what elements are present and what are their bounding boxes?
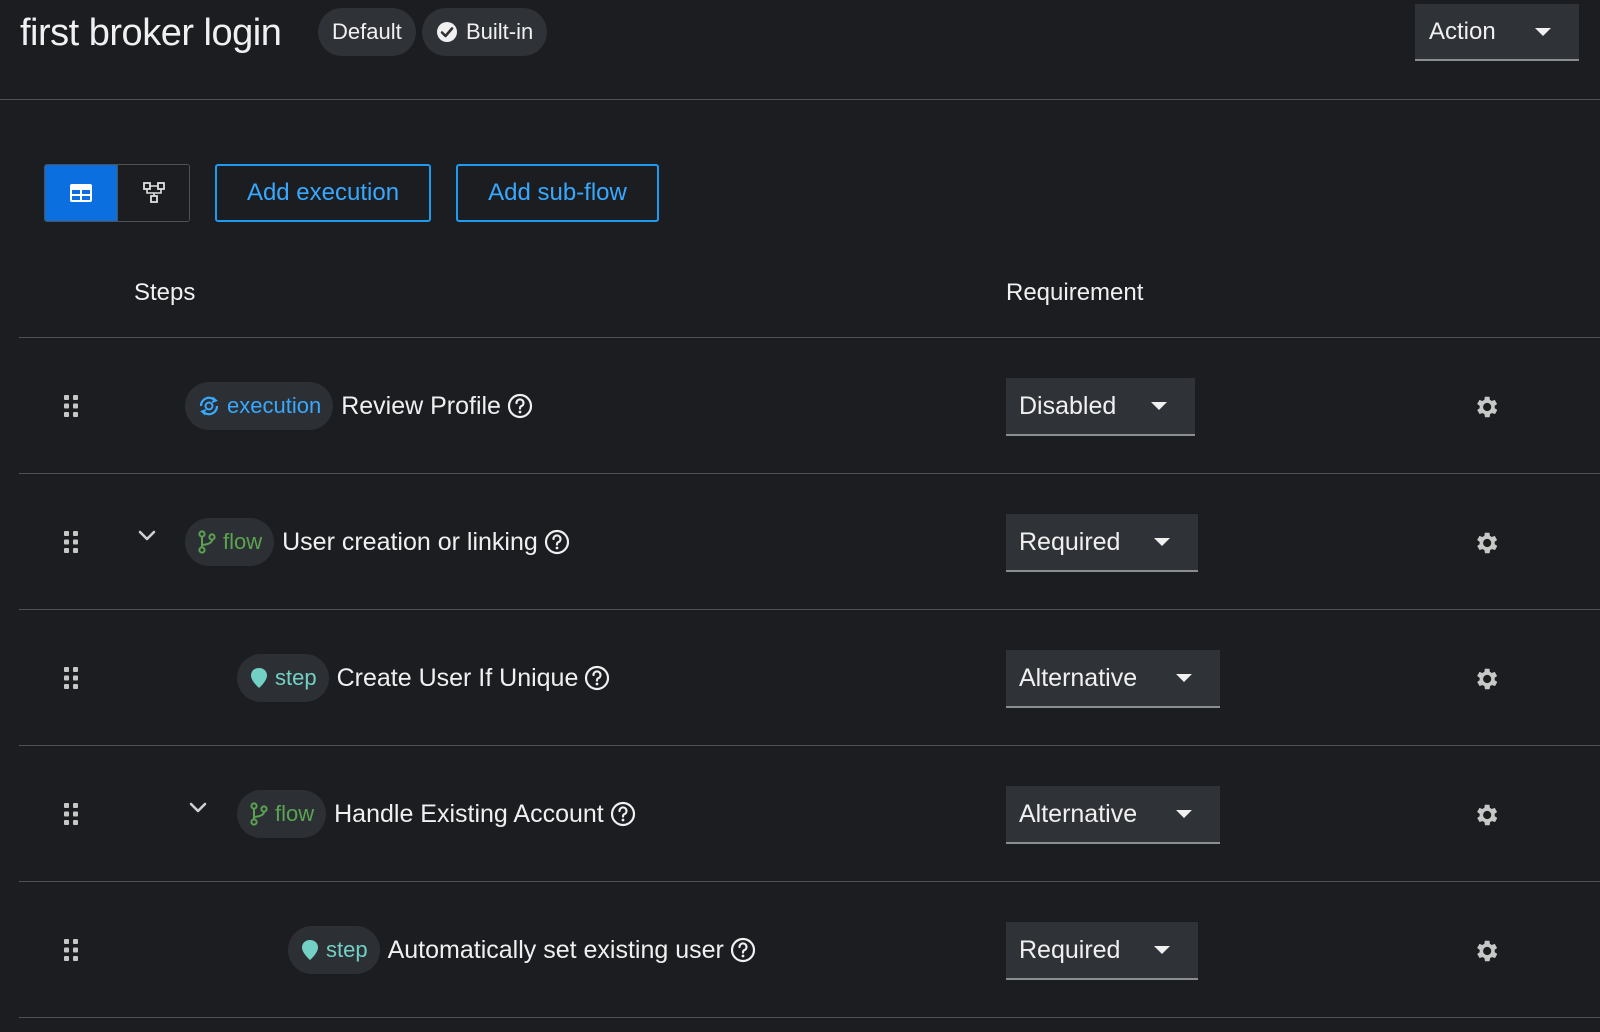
map-marker-icon <box>302 940 318 960</box>
requirement-value: Required <box>1019 935 1121 964</box>
grip-vertical-icon[interactable] <box>63 938 79 962</box>
column-header-requirement: Requirement <box>1006 279 1144 306</box>
diagram-view-button[interactable] <box>117 165 189 221</box>
action-dropdown-label: Action <box>1429 17 1496 45</box>
execution-cog-icon <box>199 396 219 416</box>
table-row: flow Handle Existing Account Alternative <box>19 746 1600 882</box>
step-badge: step <box>288 926 380 974</box>
grip-vertical-icon[interactable] <box>63 530 79 554</box>
requirement-select[interactable]: Disabled <box>1006 378 1195 436</box>
help-icon[interactable] <box>507 393 533 419</box>
badge-label: flow <box>275 801 315 826</box>
step-badge: step <box>237 654 329 702</box>
action-dropdown[interactable]: Action <box>1415 4 1579 61</box>
grip-vertical-icon[interactable] <box>63 802 79 826</box>
help-icon[interactable] <box>730 937 756 963</box>
table-row: execution Review Profile Disabled <box>19 338 1600 474</box>
caret-down-icon <box>1176 810 1192 818</box>
authentication-flow-page: first broker login Default Built-in Acti… <box>0 0 1600 1032</box>
step-cell: flow User creation or linking <box>185 518 570 566</box>
column-header-steps: Steps <box>134 279 196 306</box>
flow-badge: flow <box>237 790 327 838</box>
execution-badge: execution <box>185 382 334 430</box>
step-name: Automatically set existing user <box>387 935 724 964</box>
gear-icon[interactable] <box>1472 393 1500 421</box>
page-title: first broker login <box>20 12 282 54</box>
table-view-button[interactable] <box>45 165 117 221</box>
caret-down-icon <box>1154 538 1170 546</box>
diagram-icon <box>142 182 165 203</box>
step-name: Create User If Unique <box>336 663 579 692</box>
default-label: Default <box>318 8 416 56</box>
requirement-value: Alternative <box>1019 663 1138 692</box>
help-icon[interactable] <box>544 529 570 555</box>
step-cell: flow Handle Existing Account <box>237 790 636 838</box>
requirement-select[interactable]: Alternative <box>1006 650 1220 708</box>
caret-down-icon <box>1151 402 1167 410</box>
badge-label: step <box>326 937 368 962</box>
gear-icon[interactable] <box>1472 801 1500 829</box>
flow-badge: flow <box>185 518 275 566</box>
default-label-text: Default <box>332 19 402 44</box>
chevron-down-icon[interactable] <box>188 800 208 816</box>
builtin-label: Built-in <box>422 8 548 56</box>
table-row: flow User creation or linking Required <box>19 474 1600 610</box>
requirement-select[interactable]: Required <box>1006 922 1198 980</box>
view-toggle-group <box>44 164 190 222</box>
help-icon[interactable] <box>610 801 636 827</box>
table-row: step Automatically set existing user Req… <box>19 882 1600 1018</box>
gear-icon[interactable] <box>1472 665 1500 693</box>
map-marker-icon <box>251 668 267 688</box>
add-execution-button[interactable]: Add execution <box>215 164 431 222</box>
grip-vertical-icon[interactable] <box>63 666 79 690</box>
requirement-value: Disabled <box>1019 391 1117 420</box>
step-name: Review Profile <box>341 391 501 420</box>
page-header: first broker login Default Built-in Acti… <box>0 0 1600 100</box>
gear-icon[interactable] <box>1472 937 1500 965</box>
requirement-select[interactable]: Required <box>1006 514 1198 572</box>
table-icon <box>70 184 92 202</box>
step-cell: step Automatically set existing user <box>288 926 756 974</box>
badge-label: execution <box>227 393 322 418</box>
chevron-down-icon[interactable] <box>137 528 157 544</box>
badge-label: step <box>275 665 317 690</box>
step-cell: step Create User If Unique <box>237 654 610 702</box>
builtin-label-text: Built-in <box>466 19 534 44</box>
step-cell: execution Review Profile <box>185 382 533 430</box>
help-icon[interactable] <box>584 665 610 691</box>
caret-down-icon <box>1176 674 1192 682</box>
step-name: Handle Existing Account <box>334 799 604 828</box>
badge-label: flow <box>223 529 263 554</box>
requirement-value: Required <box>1019 527 1121 556</box>
caret-down-icon <box>1154 946 1170 954</box>
caret-down-icon <box>1535 27 1551 36</box>
table-row: step Create User If Unique Alternative <box>19 610 1600 746</box>
gear-icon[interactable] <box>1472 529 1500 557</box>
requirement-select[interactable]: Alternative <box>1006 786 1220 844</box>
code-branch-icon <box>250 802 268 826</box>
check-circle-icon <box>437 22 457 42</box>
requirement-value: Alternative <box>1019 799 1138 828</box>
grip-vertical-icon[interactable] <box>63 394 79 418</box>
add-subflow-button[interactable]: Add sub-flow <box>456 164 659 222</box>
step-name: User creation or linking <box>282 527 538 556</box>
code-branch-icon <box>198 530 216 554</box>
